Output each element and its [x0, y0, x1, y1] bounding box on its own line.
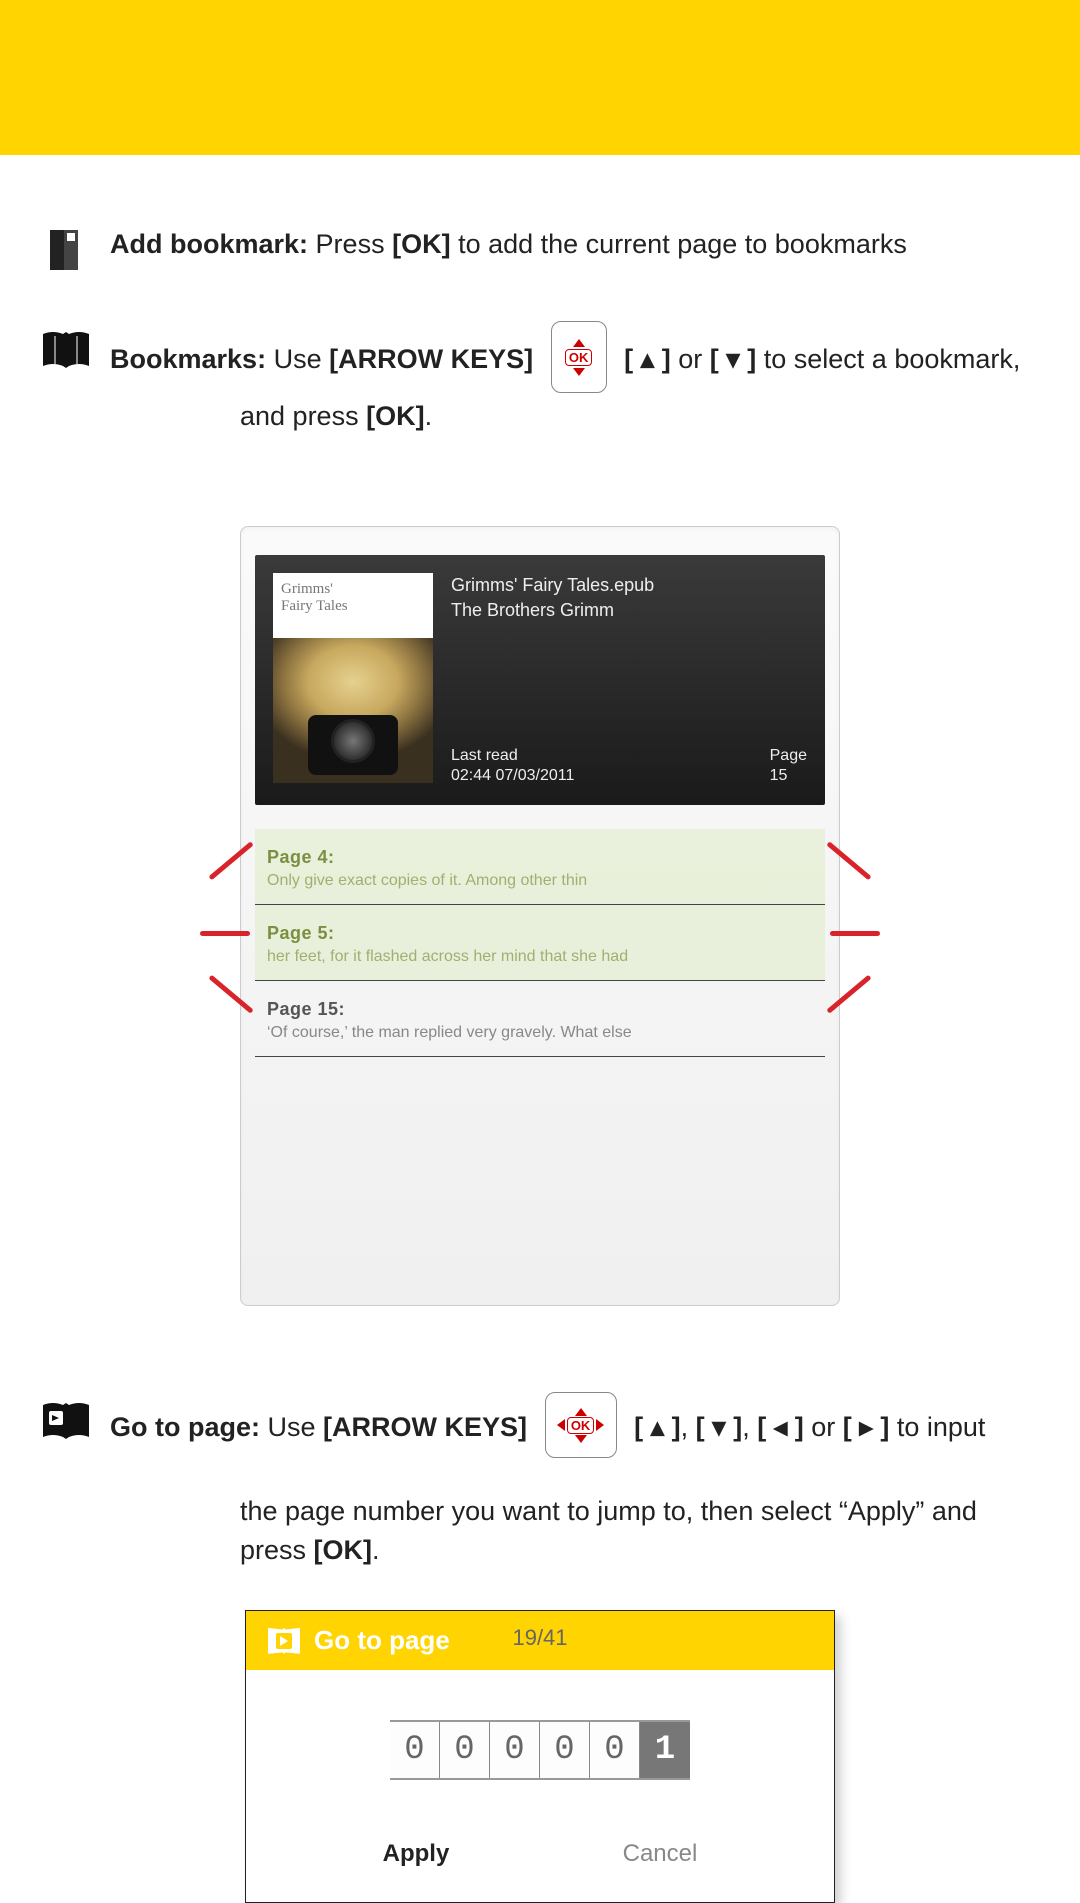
arrow-keys-label: [ARROW KEYS] — [323, 1412, 527, 1442]
cover-text-1: Grimms' — [281, 581, 333, 597]
page-label: Page — [770, 746, 807, 767]
goto-dialog-figure: Go to page 0 0 0 0 0 1 Apply Cancel — [245, 1610, 835, 1903]
cancel-button[interactable]: Cancel — [623, 1840, 698, 1868]
digit: 0 — [390, 1722, 440, 1778]
dpad-full-icon: OK — [545, 1392, 617, 1458]
ok-button-icon: OK — [567, 1417, 595, 1434]
text: and press — [240, 401, 366, 431]
text: Use — [274, 344, 330, 374]
bookmark-excerpt: Only give exact copies of it. Among othe… — [267, 872, 813, 890]
book-author: The Brothers Grimm — [451, 598, 807, 623]
bookmark-item[interactable]: Page 4: Only give exact copies of it. Am… — [255, 829, 825, 905]
bookmarks-title: Bookmarks: — [110, 344, 266, 374]
ok-key-label: [OK] — [314, 1535, 372, 1565]
right-key-label: [ ▸ ] — [843, 1412, 890, 1442]
emphasis-mark — [200, 931, 250, 936]
device-bookmarks-figure: Grimms' Fairy Tales Grimms' Fairy Tales.… — [240, 526, 840, 1306]
text: or — [671, 344, 710, 374]
arrow-keys-label: [ARROW KEYS] — [329, 344, 533, 374]
text: Use — [268, 1412, 324, 1442]
page-number: 19/41 — [512, 1625, 567, 1651]
goto-page-header-icon — [268, 1628, 300, 1654]
up-key-label: [ ▴ ] — [634, 1412, 681, 1442]
add-bookmark-title: Add bookmark: — [110, 229, 308, 259]
last-read-value: 02:44 07/03/2011 — [451, 766, 574, 787]
text: to add the current page to bookmarks — [451, 229, 907, 259]
goto-dialog-title: Go to page — [314, 1625, 450, 1656]
triangle-down-icon — [575, 1435, 587, 1443]
bookmark-page: Page 5: — [267, 923, 813, 944]
section-add-bookmark: Add bookmark: Press [OK] to add the curr… — [40, 225, 1040, 275]
digit: 0 — [440, 1722, 490, 1778]
digit: 0 — [590, 1722, 640, 1778]
text: Press — [316, 229, 393, 259]
cover-text-2: Fairy Tales — [281, 598, 348, 614]
triangle-left-icon — [557, 1419, 565, 1431]
digit-selected: 1 — [640, 1722, 690, 1778]
text: or — [804, 1412, 843, 1442]
text: , — [742, 1412, 757, 1442]
text: to select a bookmark, — [756, 344, 1020, 374]
dpad-vertical-icon: OK — [551, 321, 607, 393]
triangle-up-icon — [573, 339, 585, 347]
ok-key-label: [OK] — [392, 229, 450, 259]
left-key-label: [ ◂ ] — [757, 1412, 804, 1442]
book-filename: Grimms' Fairy Tales.epub — [451, 573, 807, 598]
triangle-up-icon — [575, 1408, 587, 1416]
text: to input — [889, 1412, 985, 1442]
triangle-down-icon — [573, 368, 585, 376]
go-to-page-icon — [40, 1396, 92, 1446]
header-banner — [0, 0, 1080, 155]
book-cover: Grimms' Fairy Tales — [273, 573, 433, 783]
bookmark-item[interactable]: Page 15: ‘Of course,’ the man replied ve… — [255, 981, 825, 1057]
goto-title: Go to page: — [110, 1412, 260, 1442]
ok-key-label: [OK] — [366, 401, 424, 431]
down-key-label: [ ▾ ] — [710, 344, 757, 374]
page-number-input[interactable]: 0 0 0 0 0 1 — [390, 1720, 690, 1780]
page-value: 15 — [770, 766, 807, 787]
bookmark-page: Page 4: — [267, 847, 813, 868]
emphasis-mark — [830, 931, 880, 936]
bookmark-page: Page 15: — [267, 999, 813, 1020]
add-bookmark-icon — [40, 225, 92, 275]
up-key-label: [ ▴ ] — [624, 344, 671, 374]
triangle-right-icon — [596, 1419, 604, 1431]
down-key-label: [ ▾ ] — [696, 1412, 743, 1442]
text: . — [372, 1535, 380, 1565]
bookmark-item[interactable]: Page 5: her feet, for it flashed across … — [255, 905, 825, 981]
digit: 0 — [540, 1722, 590, 1778]
bookmark-list: Page 4: Only give exact copies of it. Am… — [255, 805, 825, 1057]
ok-button-icon: OK — [565, 349, 593, 366]
open-book-icon — [40, 325, 92, 375]
bookmark-excerpt: ‘Of course,’ the man replied very gravel… — [267, 1024, 813, 1042]
digit: 0 — [490, 1722, 540, 1778]
text: . — [425, 401, 433, 431]
book-header: Grimms' Fairy Tales Grimms' Fairy Tales.… — [255, 555, 825, 805]
bookmark-excerpt: her feet, for it flashed across her mind… — [267, 948, 813, 966]
text: , — [681, 1412, 696, 1442]
last-read-label: Last read — [451, 746, 574, 767]
section-bookmarks: Bookmarks: Use [ARROW KEYS] OK [ ▴ ] or … — [40, 325, 1040, 1306]
apply-button[interactable]: Apply — [383, 1840, 450, 1868]
